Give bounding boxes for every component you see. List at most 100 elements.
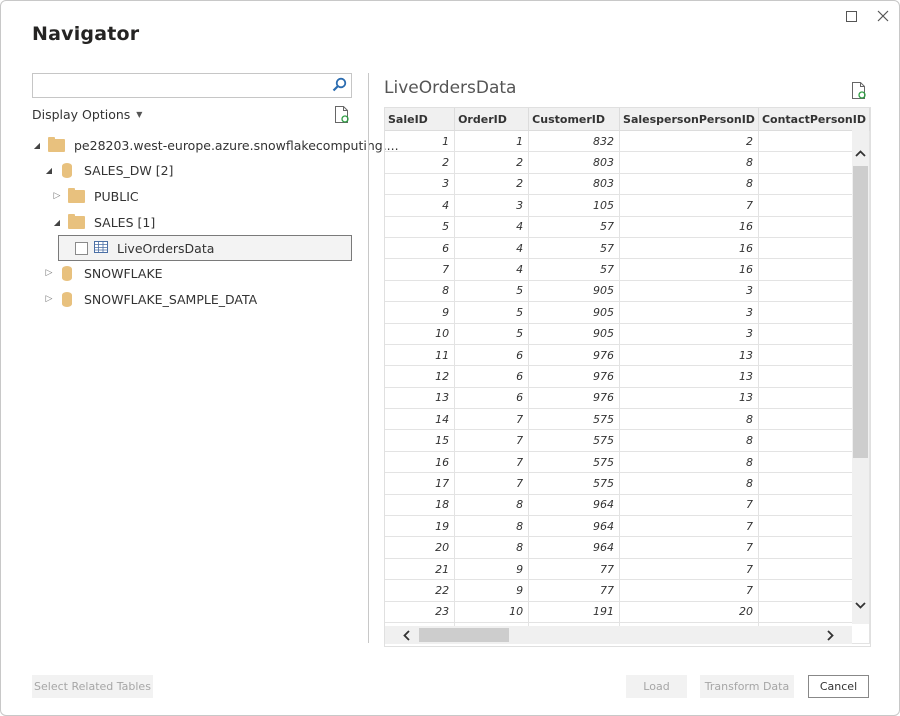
tree-node-sales[interactable]: ◢ SALES [1] [52,210,155,234]
table-row: 19 8 964 7 [385,515,870,538]
pane-divider[interactable] [368,73,369,643]
table-cell: 10 [454,601,530,623]
table-cell: 7 [385,258,456,281]
tree-node-label: PUBLIC [94,188,139,204]
table-cell: 964 [528,536,621,559]
tree-node-server[interactable]: ◢ pe28203.west-europe.azure.snowflakecom… [32,133,399,157]
scroll-left-icon[interactable] [397,626,415,644]
table-cell: 12 [385,365,456,388]
table-cell: 6 [454,387,530,410]
table-cell: 905 [528,323,621,345]
table-cell: 6 [454,344,530,367]
table-cell: 6 [385,237,456,260]
table-cell: 23 [385,601,456,623]
collapsed-arrow-icon[interactable]: ▷ [52,191,62,201]
collapsed-arrow-icon[interactable]: ▷ [44,294,54,304]
scroll-right-icon[interactable] [821,626,839,644]
table-cell: 6 [454,365,530,388]
table-row: 4 3 105 7 [385,194,870,217]
table-cell: 8 [454,494,530,517]
search-input[interactable] [33,74,335,96]
table-cell: 7 [619,536,759,559]
tree-node-label: pe28203.west-europe.azure.snowflakecompu… [74,137,399,153]
table-row: 11 6 976 13 [385,344,870,367]
tree-node-label: SALES [1] [94,214,156,230]
table-cell: 976 [528,387,621,410]
horizontal-scroll-thumb[interactable] [419,628,509,642]
select-related-tables-button[interactable]: Select Related Tables [32,675,153,698]
refresh-button-right[interactable] [851,81,867,104]
display-options-label: Display Options [32,107,131,122]
column-header[interactable]: SalespersonPersonID [619,108,759,131]
search-icon[interactable] [332,77,347,96]
table-cell: 3 [619,323,759,345]
scroll-down-icon[interactable] [852,596,869,614]
close-button[interactable] [872,7,894,25]
table-row: 8 5 905 3 [385,280,870,303]
table-cell: 575 [528,451,621,474]
tree-node-sales-dw[interactable]: ◢ SALES_DW [2] [44,158,173,182]
maximize-button[interactable] [840,7,862,25]
refresh-button-left[interactable] [334,105,350,128]
load-button[interactable]: Load [626,675,687,698]
vertical-scroll-thumb[interactable] [853,166,868,458]
table-cell: 57 [528,216,621,238]
table-cell: 15 [385,429,456,452]
table-cell: 20 [619,601,759,623]
table-cell: 9 [454,558,530,581]
column-header[interactable]: OrderID [454,108,530,131]
transform-data-button[interactable]: Transform Data [700,675,794,698]
expanded-arrow-icon[interactable]: ◢ [52,218,62,227]
table-cell: 1 [385,130,456,153]
column-header[interactable]: CustomerID [528,108,621,131]
table-cell: 3 [385,173,456,196]
table-cell: 13 [385,387,456,410]
table-cell: 905 [528,301,621,324]
table-cell: 2 [619,130,759,153]
table-cell: 8 [619,472,759,495]
table-cell: 7 [619,579,759,602]
column-header[interactable]: ContactPersonID [758,108,870,131]
scroll-up-icon[interactable] [852,144,869,162]
table-cell: 77 [528,558,621,581]
collapsed-arrow-icon[interactable]: ▷ [44,268,54,278]
table-cell: 4 [454,237,530,260]
display-options-dropdown[interactable]: Display Options ▼ [32,107,142,122]
table-cell: 7 [619,558,759,581]
table-cell: 16 [385,451,456,474]
tree-node-public[interactable]: ▷ PUBLIC [52,184,139,208]
vertical-scrollbar[interactable] [852,130,869,624]
caret-down-icon: ▼ [136,110,143,119]
table-cell: 14 [385,408,456,431]
table-row: 3 2 803 8 [385,173,870,196]
database-icon [62,291,72,307]
table-cell: 976 [528,365,621,388]
column-header[interactable]: SaleID [385,108,456,131]
navigator-dialog: Navigator Display Options ▼ ◢ pe28203.wes… [0,0,900,716]
table-cell: 22 [385,579,456,602]
table-row: 14 7 575 8 [385,408,870,431]
table-cell: 7 [454,451,530,474]
table-header-row: SaleID OrderID CustomerID SalespersonPerson… [385,108,870,131]
close-icon [877,10,889,22]
tree-node-label: SALES_DW [2] [84,162,174,178]
table-cell: 7 [619,194,759,217]
table-cell: 13 [619,365,759,388]
horizontal-scrollbar[interactable] [385,626,852,644]
expanded-arrow-icon[interactable]: ◢ [44,166,54,175]
table-cell: 2 [385,151,456,174]
table-cell: 803 [528,173,621,196]
table-cell: 8 [385,280,456,303]
table-cell: 20 [385,536,456,559]
table-row: 18 8 964 7 [385,494,870,517]
cancel-button[interactable]: Cancel [808,675,869,698]
tree-node-liveordersdata[interactable]: LiveOrdersData [58,235,352,261]
expanded-arrow-icon[interactable]: ◢ [32,141,42,150]
tree-node-snowflake[interactable]: ▷ SNOWFLAKE [44,261,163,285]
table-row: 21 9 77 7 [385,558,870,581]
table-cell: 5 [454,301,530,324]
table-checkbox[interactable] [75,241,88,255]
tree-node-snowflake-sample-data[interactable]: ▷ SNOWFLAKE_SAMPLE_DATA [44,287,257,311]
table-row: 16 7 575 8 [385,451,870,474]
table-cell: 57 [528,237,621,260]
